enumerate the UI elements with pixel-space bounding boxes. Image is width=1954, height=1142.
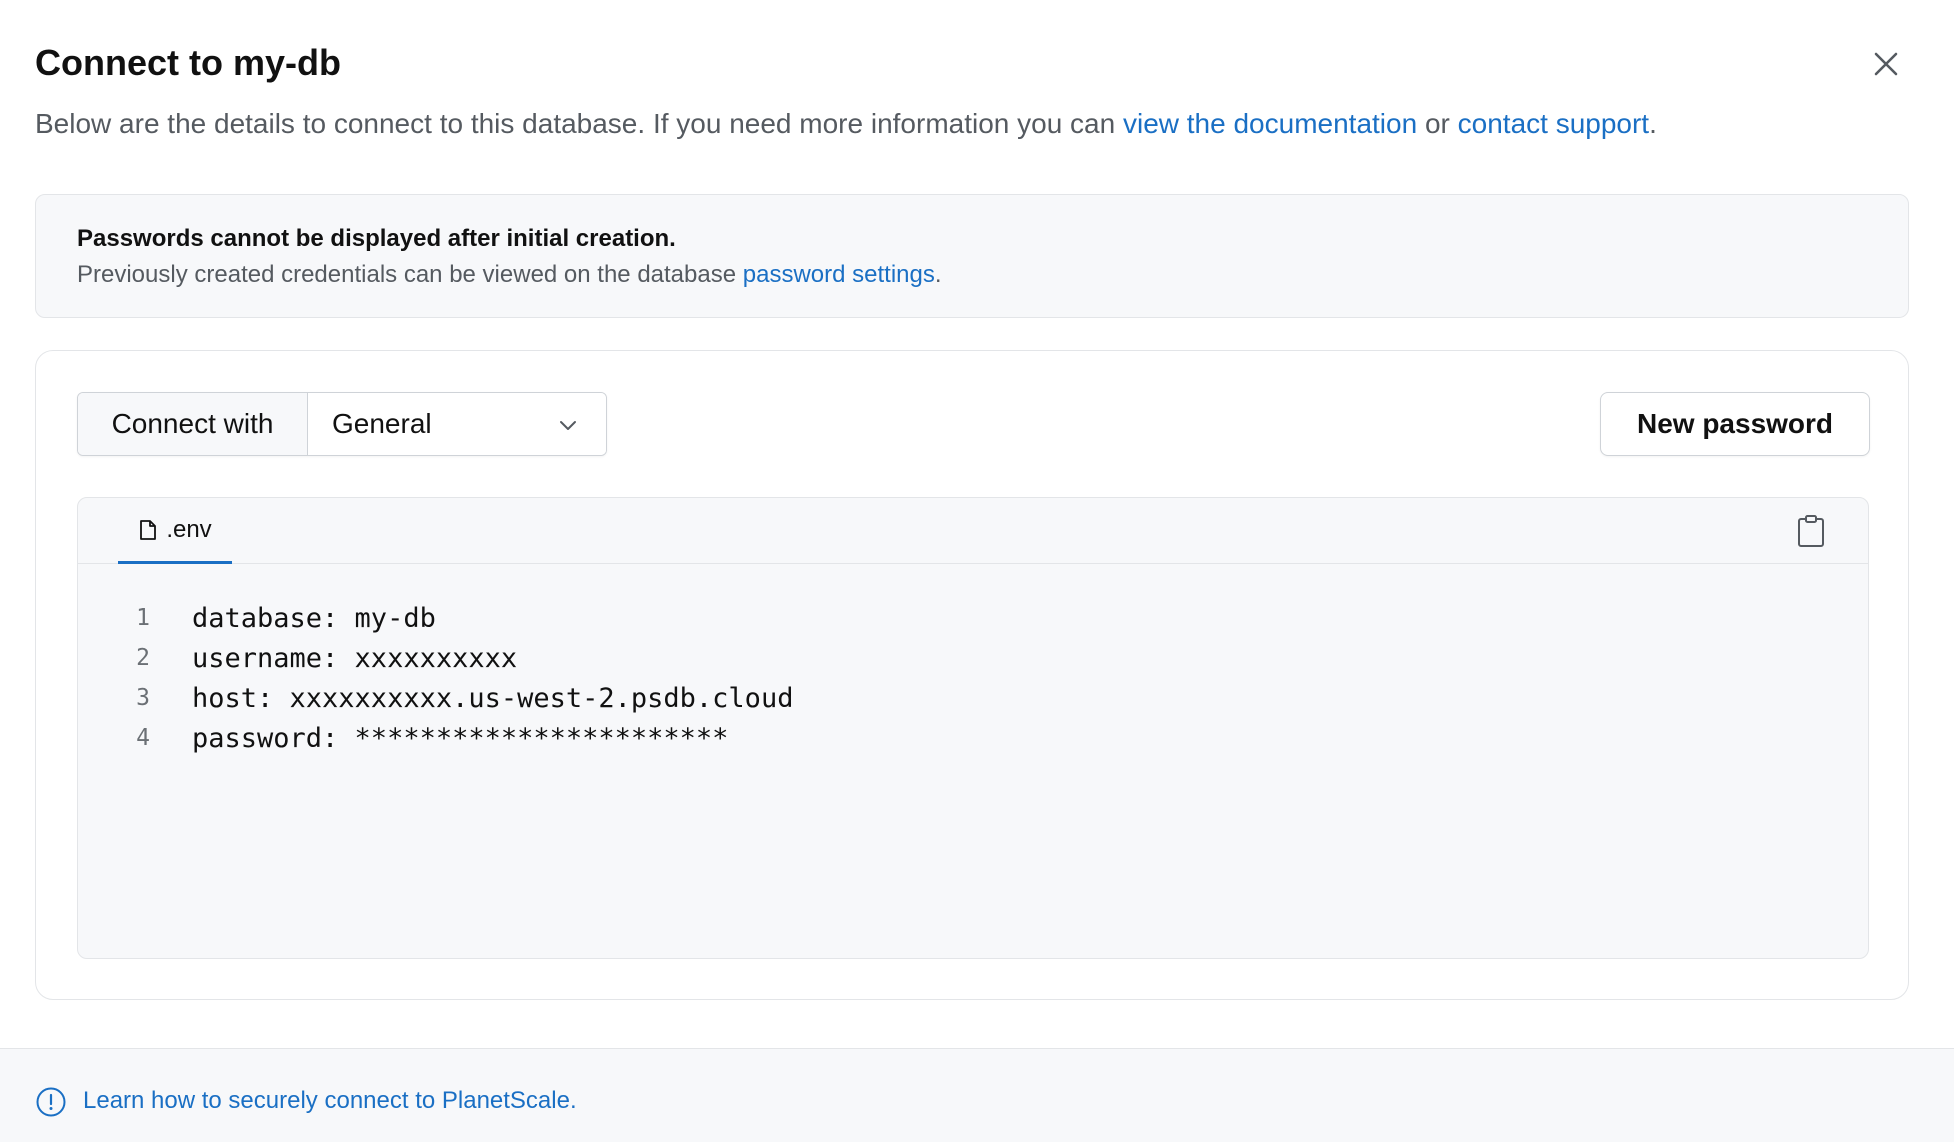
documentation-link[interactable]: view the documentation xyxy=(1123,108,1417,139)
line-content: username: xxxxxxxxxx xyxy=(192,642,518,674)
password-settings-link[interactable]: password settings xyxy=(743,261,935,288)
code-line: 4 password: *********************** xyxy=(78,718,1868,758)
connect-with-select[interactable]: General xyxy=(308,393,606,455)
modal-title: Connect to my-db xyxy=(35,42,341,83)
code-tab-bar: .env xyxy=(78,498,1868,564)
modal-subtitle: Below are the details to connect to this… xyxy=(35,108,1657,140)
tab-env-label: .env xyxy=(166,515,212,543)
modal-footer: Learn how to securely connect to PlanetS… xyxy=(0,1048,1954,1142)
notice-text-suffix: . xyxy=(934,261,942,288)
line-number: 2 xyxy=(136,645,150,671)
notice-title: Passwords cannot be displayed after init… xyxy=(77,225,676,252)
password-notice: Passwords cannot be displayed after init… xyxy=(35,194,1909,318)
contact-support-link[interactable]: contact support xyxy=(1458,108,1649,139)
notice-text-prefix: Previously created credentials can be vi… xyxy=(77,261,743,288)
line-content: database: my-db xyxy=(192,602,436,634)
code-line: 1 database: my-db xyxy=(78,598,1868,638)
file-icon xyxy=(140,519,157,540)
line-number: 4 xyxy=(136,725,150,751)
chevron-down-icon xyxy=(560,421,576,430)
subtitle-prefix: Below are the details to connect to this… xyxy=(35,108,1123,139)
line-content: host: xxxxxxxxxx.us-west-2.psdb.cloud xyxy=(192,682,794,714)
line-content: password: *********************** xyxy=(192,722,729,754)
secure-connect-link[interactable]: Learn how to securely connect to PlanetS… xyxy=(83,1087,577,1115)
subtitle-middle: or xyxy=(1417,108,1458,139)
code-lines: 1 database: my-db 2 username: xxxxxxxxxx… xyxy=(78,598,1868,758)
line-number: 3 xyxy=(136,685,150,711)
connect-with-group: Connect with General xyxy=(77,392,607,456)
connect-with-selected-value: General xyxy=(332,408,432,439)
clipboard-icon[interactable] xyxy=(1796,514,1826,548)
tab-env[interactable]: .env xyxy=(118,498,232,564)
new-password-button[interactable]: New password xyxy=(1600,392,1870,456)
info-icon xyxy=(36,1087,66,1117)
connect-with-label: Connect with xyxy=(78,393,308,455)
subtitle-suffix: . xyxy=(1649,108,1657,139)
code-block: .env 1 database: my-db 2 username: xxxxx… xyxy=(77,497,1869,959)
close-icon[interactable] xyxy=(1866,44,1906,84)
line-number: 1 xyxy=(136,605,150,631)
connect-modal: Connect to my-db Below are the details t… xyxy=(0,0,1954,1142)
code-line: 2 username: xxxxxxxxxx xyxy=(78,638,1868,678)
connection-panel: Connect with General New password .env 1 xyxy=(35,350,1909,1000)
notice-text: Previously created credentials can be vi… xyxy=(77,261,942,289)
code-line: 3 host: xxxxxxxxxx.us-west-2.psdb.cloud xyxy=(78,678,1868,718)
